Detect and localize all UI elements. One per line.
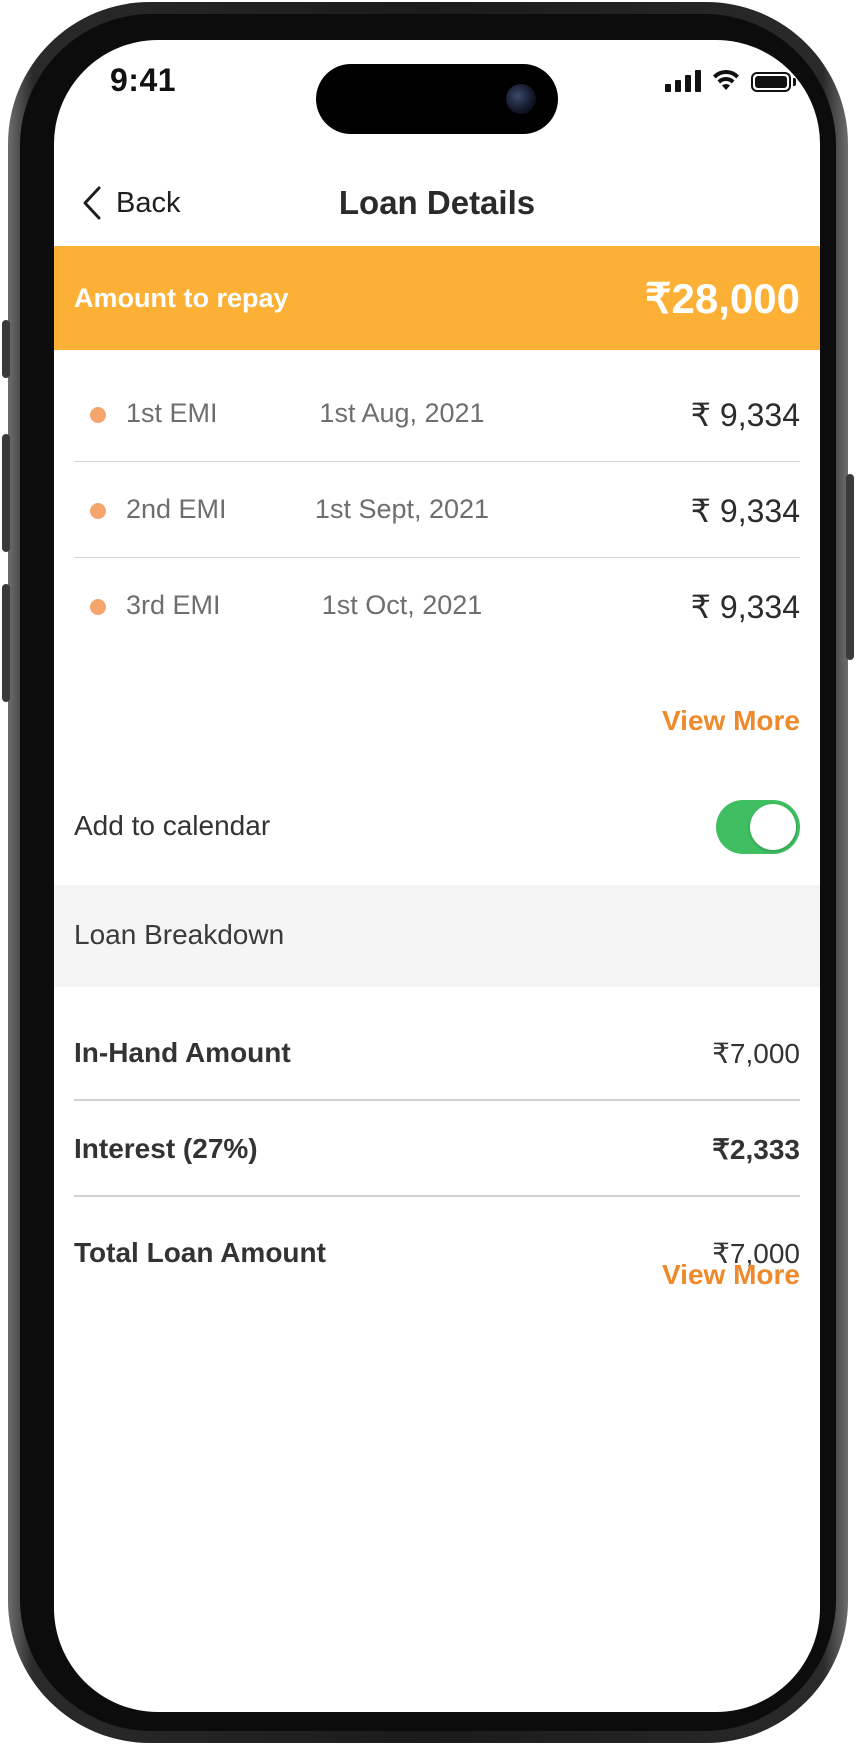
power-button [846,474,854,660]
emi-row: 3rd EMI 1st Oct, 2021 ₹ 9,334 [74,558,800,654]
emi-name: 1st EMI [126,398,218,428]
wifi-icon [713,69,739,90]
toggle-knob [750,804,796,850]
emi-amount: ₹ 9,334 [690,493,800,529]
add-to-calendar-label: Add to calendar [74,810,271,841]
emi-name: 3rd EMI [126,590,221,620]
section-title: Loan Breakdown [74,919,285,950]
phone-frame: 9:41 Back Loan Details Amount to repay ₹… [2,2,854,1743]
breakdown-row: Interest (27%) ₹2,333 [74,1101,800,1197]
emi-row: 1st EMI 1st Aug, 2021 ₹ 9,334 [74,366,800,462]
volume-up-button [2,434,10,552]
emi-name: 2nd EMI [126,494,227,524]
repay-label: Amount to repay [74,282,289,313]
page-title: Loan Details [338,184,536,221]
breakdown-label: Total Loan Amount [74,1237,326,1268]
volume-down-button [2,584,10,702]
camera-icon [506,84,536,114]
battery-icon [751,72,791,92]
status-icons [665,68,796,92]
add-to-calendar-toggle[interactable] [716,800,800,854]
breakdown-value: ₹7,000 [712,1038,800,1069]
breakdown-label: In-Hand Amount [74,1037,291,1068]
emi-amount: ₹ 9,334 [690,397,800,433]
emi-row: 2nd EMI 1st Sept, 2021 ₹ 9,334 [74,462,800,558]
nav-bar: Back Loan Details [54,140,820,240]
battery-tip [793,78,796,86]
emi-amount: ₹ 9,334 [690,589,800,625]
loan-breakdown-list: In-Hand Amount ₹7,000 Interest (27%) ₹2,… [74,1005,800,1297]
breakdown-label: Interest (27%) [74,1133,258,1164]
loan-breakdown-header: Loan Breakdown [54,885,820,987]
emi-date: 1st Oct, 2021 [321,590,483,620]
bullet-dot-icon [90,503,106,519]
screen: 9:41 Back Loan Details Amount to repay ₹… [54,40,820,1712]
bullet-dot-icon [90,599,106,615]
emi-date: 1st Sept, 2021 [314,494,490,524]
emi-view-more-link[interactable]: View More [662,705,800,737]
status-time: 9:41 [110,62,177,98]
breakdown-row: In-Hand Amount ₹7,000 [74,1005,800,1101]
dynamic-island [316,64,558,134]
cellular-signal-icon [665,68,701,92]
breakdown-value: ₹2,333 [712,1134,800,1165]
emi-list: 1st EMI 1st Aug, 2021 ₹ 9,334 2nd EMI 1s… [74,366,800,654]
amount-to-repay-banner: Amount to repay ₹28,000 [54,246,820,350]
emi-date: 1st Aug, 2021 [319,398,485,428]
bullet-dot-icon [90,407,106,423]
repay-amount: ₹28,000 [644,274,800,322]
mute-switch [2,320,10,378]
add-to-calendar-row: Add to calendar [74,800,800,860]
breakdown-view-more-link[interactable]: View More [662,1259,800,1291]
